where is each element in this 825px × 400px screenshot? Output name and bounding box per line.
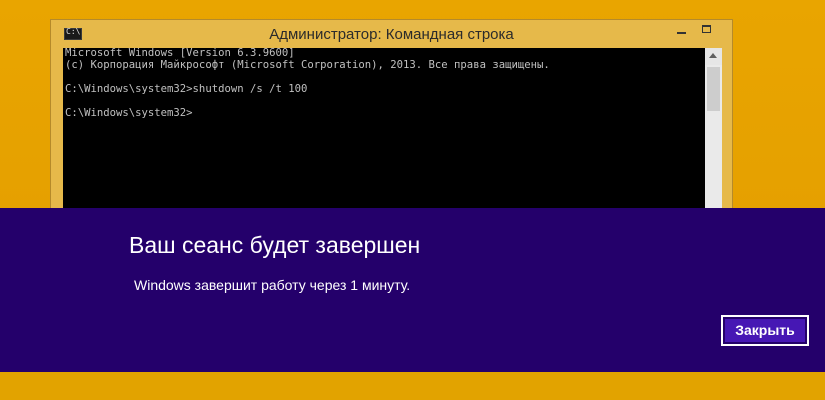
command-prompt-window[interactable]: C:\ Администратор: Командная строка Micr…: [50, 19, 733, 220]
console-line: Microsoft Windows [Version 6.3.9600]: [65, 47, 295, 59]
maximize-button[interactable]: [694, 20, 720, 40]
console-line: C:\Windows\system32>shutdown /s /t 100: [65, 83, 308, 95]
console-output[interactable]: Microsoft Windows [Version 6.3.9600] (c)…: [63, 47, 705, 220]
close-button[interactable]: Закрыть: [721, 315, 809, 346]
close-button-label: Закрыть: [725, 319, 805, 342]
dialog-message: Windows завершит работу через 1 минуту.: [134, 277, 411, 293]
dialog-title: Ваш сеанс будет завершен: [129, 232, 421, 258]
close-window-button[interactable]: [720, 20, 733, 40]
scroll-up-arrow-icon[interactable]: [705, 48, 722, 65]
console-line: C:\Windows\system32>: [65, 107, 193, 119]
window-titlebar[interactable]: C:\ Администратор: Командная строка: [51, 20, 732, 48]
window-title: Администратор: Командная строка: [269, 26, 514, 43]
desktop-background-bottom: [0, 372, 825, 400]
shutdown-notification: Ваш сеанс будет завершен Windows заверши…: [0, 208, 825, 372]
console-line: (c) Корпорация Майкрософт (Microsoft Cor…: [65, 59, 550, 71]
scrollbar-thumb[interactable]: [707, 67, 720, 111]
minimize-button[interactable]: [668, 20, 694, 40]
vertical-scrollbar[interactable]: [705, 48, 722, 220]
